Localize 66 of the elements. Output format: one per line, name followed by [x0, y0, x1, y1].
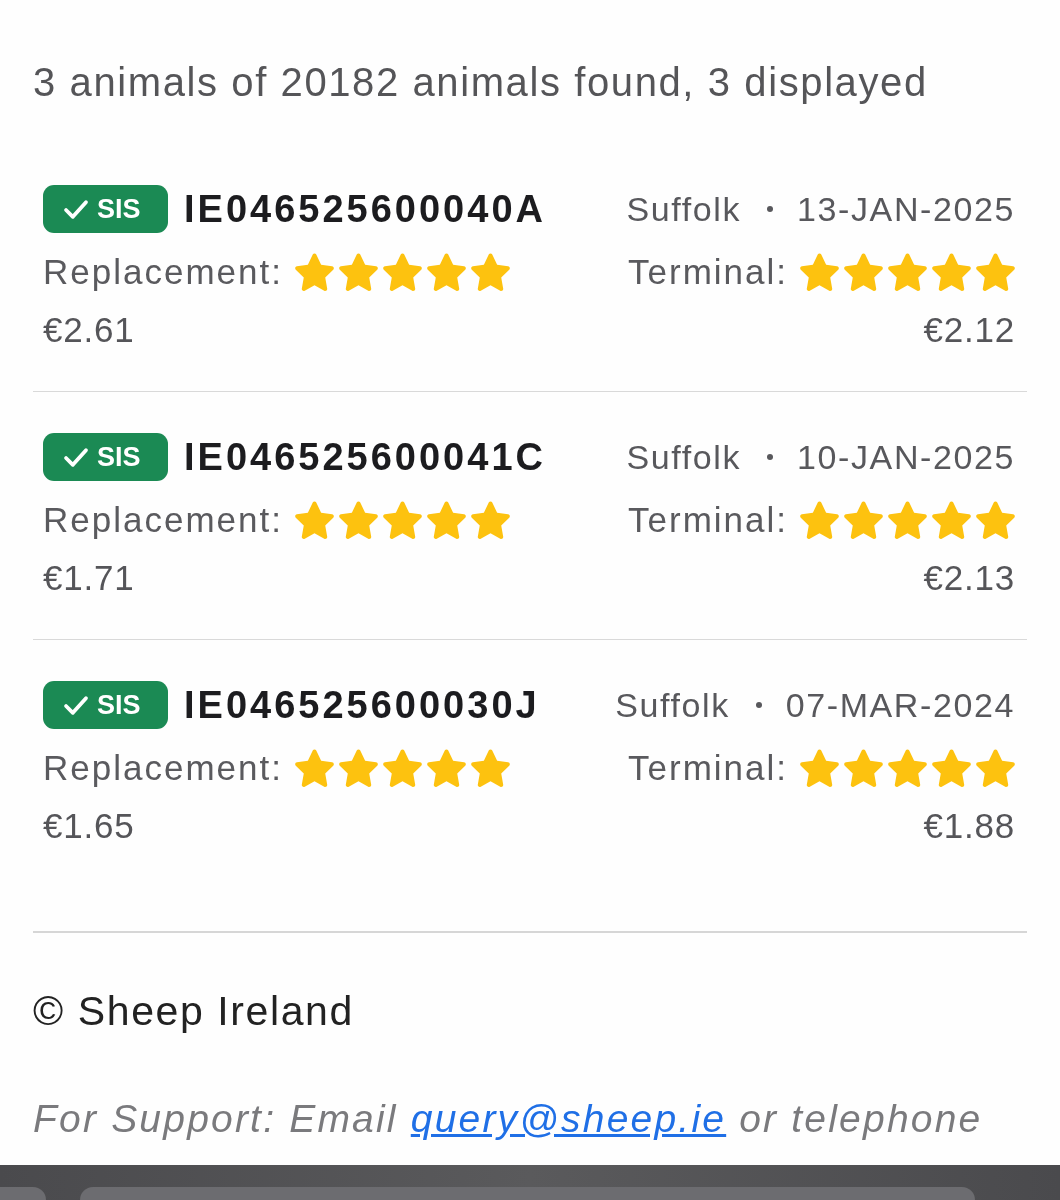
price-value: €1.88	[923, 806, 1015, 846]
price-value: €2.61	[43, 310, 135, 350]
breed-label: Suffolk	[626, 189, 742, 230]
star-icon	[294, 748, 334, 788]
animal-tag-number[interactable]: IE046525600041C	[184, 434, 546, 480]
separator-dot-icon	[755, 702, 762, 708]
star-icon	[382, 252, 422, 292]
date-label: 10-JAN-2025	[797, 437, 1015, 478]
star-icon	[294, 500, 334, 540]
price-value: €2.13	[923, 558, 1015, 598]
index-label: Replacement:	[43, 500, 283, 540]
star-icon	[932, 500, 971, 540]
status-label: SIS	[97, 441, 141, 473]
address-bar[interactable]	[80, 1187, 975, 1200]
star-icon	[844, 748, 883, 788]
status-label: SIS	[97, 193, 141, 225]
star-icon	[382, 748, 422, 788]
star-icon	[800, 252, 839, 292]
star-icon	[382, 500, 422, 540]
star-icon	[932, 252, 971, 292]
animal-tag-number[interactable]: IE046525600040A	[184, 186, 546, 232]
index-label: Terminal:	[628, 748, 788, 788]
support-text: For Support: Email query@sheep.ie or telephone	[33, 1096, 984, 1142]
price-value: €2.12	[923, 310, 1015, 350]
animal-tag-number[interactable]: IE046525600030J	[184, 682, 540, 728]
star-icon	[470, 252, 510, 292]
index-label: Replacement:	[43, 748, 283, 788]
star-icon	[976, 252, 1015, 292]
separator-dot-icon	[767, 454, 774, 460]
star-icon	[800, 748, 839, 788]
star-icon	[470, 500, 510, 540]
star-icon	[800, 500, 839, 540]
index-label: Replacement:	[43, 252, 283, 292]
star-icon	[976, 500, 1015, 540]
index-label: Terminal:	[628, 252, 788, 292]
index-label: Terminal:	[628, 500, 788, 540]
status-label: SIS	[97, 689, 141, 721]
star-icon	[932, 748, 971, 788]
star-icon	[844, 500, 883, 540]
star-icon	[294, 252, 334, 292]
star-icon	[888, 500, 927, 540]
breed-label: Suffolk	[626, 437, 742, 478]
price-value: €1.65	[43, 806, 135, 846]
date-label: 13-JAN-2025	[797, 189, 1015, 230]
star-icon	[888, 748, 927, 788]
star-icon	[844, 252, 883, 292]
price-value: €1.71	[43, 558, 135, 598]
copyright-text: © Sheep Ireland	[33, 987, 355, 1035]
checkmark-icon	[63, 446, 89, 468]
star-icon	[338, 252, 378, 292]
checkmark-icon	[63, 198, 89, 220]
star-icon	[976, 748, 1015, 788]
date-label: 07-MAR-2024	[785, 685, 1015, 726]
checkmark-icon	[63, 694, 89, 716]
star-icon	[338, 748, 378, 788]
results-summary: 3 animals of 20182 animals found, 3 displayed	[33, 59, 929, 106]
star-icon	[888, 252, 927, 292]
toolbar-button[interactable]	[0, 1187, 46, 1200]
star-icon	[426, 252, 466, 292]
star-icon	[426, 500, 466, 540]
breed-label: Suffolk	[615, 685, 730, 726]
star-icon	[338, 500, 378, 540]
star-icon	[470, 748, 510, 788]
star-icon	[426, 748, 466, 788]
email-link[interactable]: query@sheep.ie	[410, 1097, 727, 1140]
separator-dot-icon	[767, 206, 774, 212]
